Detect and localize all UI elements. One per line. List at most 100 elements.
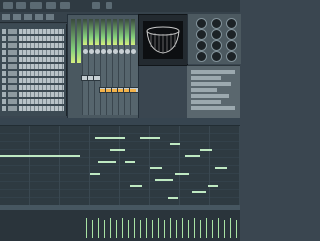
channel-name-button[interactable]: [8, 106, 17, 111]
channel-name-button[interactable]: [8, 57, 17, 62]
panel-control[interactable]: [191, 94, 229, 98]
plugin-knob[interactable]: [196, 18, 207, 29]
channel-led[interactable]: [2, 92, 6, 97]
panel-control[interactable]: [191, 88, 217, 92]
note[interactable]: [215, 167, 227, 169]
panel-control[interactable]: [191, 100, 221, 104]
note[interactable]: [140, 137, 160, 139]
note[interactable]: [125, 161, 135, 163]
velocity-bar[interactable]: [134, 218, 135, 238]
velocity-bar[interactable]: [230, 218, 231, 238]
channel-row[interactable]: [2, 63, 64, 70]
step-sequencer[interactable]: [19, 99, 64, 104]
note[interactable]: [150, 167, 162, 169]
plugin-knob[interactable]: [196, 40, 207, 51]
plugin-window[interactable]: [138, 14, 188, 66]
velocity-bar[interactable]: [152, 220, 153, 238]
toolbar-button[interactable]: [35, 14, 43, 20]
channel-led[interactable]: [2, 71, 6, 76]
channel-led[interactable]: [2, 99, 6, 104]
timeline-ruler[interactable]: [0, 118, 240, 126]
velocity-bar[interactable]: [110, 218, 111, 238]
step-sequencer[interactable]: [19, 36, 64, 41]
note[interactable]: [170, 143, 180, 145]
velocity-bar[interactable]: [170, 218, 171, 238]
channel-name-button[interactable]: [8, 64, 17, 69]
velocity-lane[interactable]: [0, 205, 240, 241]
velocity-bar[interactable]: [146, 218, 147, 238]
channel-name-button[interactable]: [8, 29, 17, 34]
channel-row[interactable]: [2, 42, 64, 49]
plugin-knob[interactable]: [196, 29, 207, 40]
velocity-bar[interactable]: [224, 220, 225, 238]
channel-name-button[interactable]: [8, 43, 17, 48]
channel-name-button[interactable]: [8, 50, 17, 55]
velocity-bar[interactable]: [86, 218, 87, 238]
channel-row[interactable]: [2, 35, 64, 42]
plugin-knob[interactable]: [226, 29, 237, 40]
channel-row[interactable]: [2, 84, 64, 91]
plugin-knob[interactable]: [211, 29, 222, 40]
step-sequencer[interactable]: [19, 29, 64, 34]
note[interactable]: [208, 185, 218, 187]
step-sequencer[interactable]: [19, 64, 64, 69]
toolbar-button[interactable]: [46, 14, 54, 20]
menu-view[interactable]: [46, 2, 56, 9]
menu-options[interactable]: [60, 2, 70, 9]
step-sequencer[interactable]: [19, 57, 64, 62]
channel-name-button[interactable]: [8, 99, 17, 104]
channel-name-button[interactable]: [8, 36, 17, 41]
note[interactable]: [168, 197, 178, 199]
velocity-bar[interactable]: [158, 218, 159, 238]
piano-roll[interactable]: [0, 118, 240, 205]
velocity-bar[interactable]: [98, 218, 99, 238]
channel-led[interactable]: [2, 85, 6, 90]
channel-name-button[interactable]: [8, 71, 17, 76]
toolbar-button[interactable]: [13, 14, 21, 20]
channel-led[interactable]: [2, 57, 6, 62]
channel-row[interactable]: [2, 77, 64, 84]
velocity-bar[interactable]: [212, 220, 213, 238]
step-sequencer[interactable]: [19, 71, 64, 76]
velocity-bar[interactable]: [218, 218, 219, 238]
pan-knob[interactable]: [131, 49, 136, 54]
velocity-bar[interactable]: [104, 220, 105, 238]
plugin-knob[interactable]: [211, 51, 222, 62]
channel-led[interactable]: [2, 78, 6, 83]
channel-led[interactable]: [2, 64, 6, 69]
step-sequencer[interactable]: [19, 85, 64, 90]
note[interactable]: [95, 137, 125, 139]
velocity-bar[interactable]: [200, 220, 201, 238]
note[interactable]: [0, 155, 80, 157]
panel-control[interactable]: [191, 106, 235, 110]
velocity-bar[interactable]: [236, 220, 237, 238]
velocity-bar[interactable]: [164, 220, 165, 238]
note[interactable]: [110, 149, 125, 151]
channel-led[interactable]: [2, 106, 6, 111]
menu-file[interactable]: [3, 2, 13, 9]
channel-row[interactable]: [2, 91, 64, 98]
channel-led[interactable]: [2, 29, 6, 34]
plugin-knob[interactable]: [211, 40, 222, 51]
toolbar-button[interactable]: [2, 14, 10, 20]
panel-control[interactable]: [191, 70, 235, 74]
channel-row[interactable]: [2, 105, 64, 112]
velocity-bar[interactable]: [140, 220, 141, 238]
horizontal-scrollbar[interactable]: [0, 205, 240, 210]
channel-row[interactable]: [2, 56, 64, 63]
channel-led[interactable]: [2, 43, 6, 48]
velocity-bar[interactable]: [206, 218, 207, 238]
note[interactable]: [155, 179, 173, 181]
note[interactable]: [200, 149, 212, 151]
note[interactable]: [130, 185, 142, 187]
plugin-knob[interactable]: [226, 51, 237, 62]
step-sequencer[interactable]: [19, 92, 64, 97]
plugin-knob[interactable]: [196, 51, 207, 62]
menu-edit[interactable]: [16, 2, 26, 9]
note[interactable]: [90, 173, 100, 175]
step-sequencer[interactable]: [19, 106, 64, 111]
channel-row[interactable]: [2, 49, 64, 56]
note[interactable]: [185, 155, 200, 157]
velocity-bar[interactable]: [128, 220, 129, 238]
channel-row[interactable]: [2, 70, 64, 77]
